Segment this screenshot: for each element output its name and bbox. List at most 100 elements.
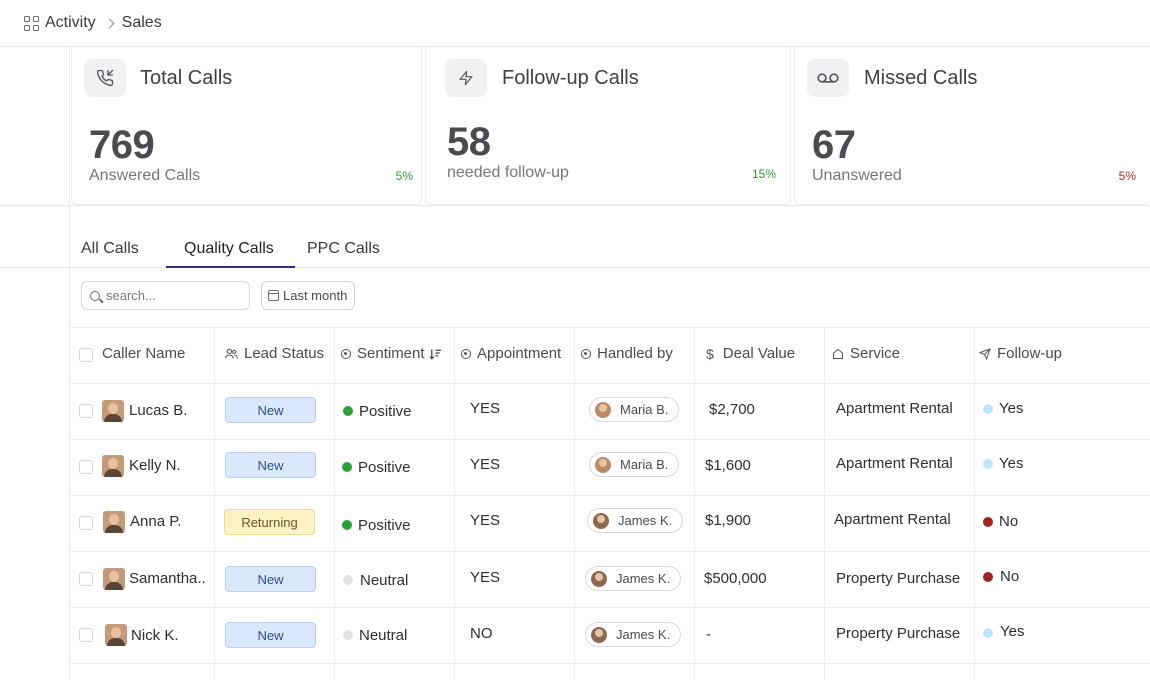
column-header-service[interactable]: Service [832, 345, 900, 362]
date-filter-button[interactable]: Last month [261, 281, 355, 310]
deal-value: $1,900 [705, 512, 751, 529]
status-badge: Returning [224, 509, 315, 535]
active-tab-indicator [166, 266, 295, 268]
appointment-value: YES [470, 400, 501, 417]
service-value: Apartment Rental [836, 400, 953, 417]
chevron-right-icon [104, 18, 115, 28]
home-icon [832, 348, 844, 360]
column-header-label: Follow-up [997, 345, 1063, 362]
status-badge: New [225, 452, 316, 478]
tab-quality-calls[interactable]: Quality Calls [184, 240, 274, 258]
radio-icon [581, 348, 591, 359]
card-subtitle: needed follow-up [447, 164, 569, 181]
follow-up-value: Yes [999, 455, 1024, 472]
breadcrumb-current: Sales [121, 14, 162, 31]
row-checkbox[interactable] [79, 628, 93, 642]
appointment-value: NO [470, 625, 493, 642]
caller-name[interactable]: Samantha.. [129, 570, 206, 587]
column-divider [214, 328, 215, 680]
column-header-sentiment[interactable]: Sentiment [341, 345, 448, 362]
tab-ppc-calls[interactable]: PPC Calls [307, 240, 380, 258]
column-header-handled-by[interactable]: Handled by [581, 345, 673, 362]
voicemail-icon [807, 59, 849, 97]
sentiment-label: Positive [358, 459, 411, 476]
row-checkbox[interactable] [79, 516, 93, 530]
column-divider [824, 328, 825, 680]
follow-up-dot [983, 459, 993, 469]
handler-pill[interactable]: Maria B. [589, 397, 680, 422]
caller-name[interactable]: Nick K. [131, 627, 179, 644]
avatar [595, 456, 611, 473]
card-percent: 5% [1118, 169, 1136, 183]
cards-divider [0, 205, 1150, 206]
grid-icon [24, 15, 39, 31]
follow-up-dot [983, 572, 993, 582]
card-value: 67 [812, 123, 856, 167]
card-percent: 15% [751, 167, 776, 181]
handler-pill[interactable]: James K. [585, 622, 682, 647]
table-header-border [69, 383, 1150, 384]
service-value: Property Purchase [836, 570, 961, 587]
caller-name[interactable]: Kelly N. [129, 457, 181, 474]
row-divider [69, 551, 1150, 552]
caller-name[interactable]: Lucas B. [129, 402, 187, 419]
column-divider [694, 328, 695, 680]
select-all-checkbox[interactable] [79, 348, 93, 362]
appointment-value: YES [470, 569, 501, 586]
calendar-icon [268, 290, 279, 301]
service-value: Apartment Rental [836, 455, 953, 472]
follow-up-dot [983, 517, 993, 527]
follow-up-dot [983, 404, 993, 414]
breadcrumb-root[interactable]: Activity [45, 14, 96, 32]
service-value: Property Purchase [836, 625, 961, 642]
row-checkbox[interactable] [79, 460, 93, 474]
sort-icon[interactable] [428, 348, 442, 360]
sentiment-label: Positive [359, 403, 412, 420]
lightning-icon [445, 59, 487, 97]
card-subtitle: Unanswered [812, 167, 902, 184]
status-badge: New [225, 622, 316, 648]
dollar-icon: $ [706, 345, 714, 362]
phone-incoming-icon [84, 59, 126, 97]
row-checkbox[interactable] [79, 404, 93, 418]
deal-value: $500,000 [704, 570, 767, 587]
column-header-label: Service [850, 345, 901, 362]
sentiment-dot [343, 575, 353, 585]
follow-up-value: Yes [999, 400, 1024, 417]
breadcrumb: Activity Sales [0, 0, 1150, 47]
status-badge: New [225, 397, 316, 423]
caller-name[interactable]: Anna P. [130, 513, 181, 530]
deal-value: $2,700 [709, 401, 755, 418]
row-divider [69, 439, 1150, 440]
column-header-caller-name[interactable]: Caller Name [102, 345, 185, 362]
radio-icon [461, 348, 471, 359]
handler-pill[interactable]: James K. [585, 566, 682, 591]
column-header-label: Caller Name [102, 345, 186, 362]
radio-icon [341, 348, 351, 359]
card-value: 769 [89, 123, 155, 167]
column-header-lead-status[interactable]: Lead Status [225, 345, 324, 362]
row-divider [69, 607, 1150, 608]
sentiment-dot [342, 520, 352, 530]
handler-name: Maria B. [620, 402, 669, 417]
appointment-value: YES [470, 456, 501, 473]
deal-value: $1,600 [705, 457, 751, 474]
service-value: Apartment Rental [834, 511, 951, 528]
column-header-label: Deal Value [722, 345, 796, 362]
column-divider [334, 328, 335, 680]
handler-name: James K. [616, 627, 671, 642]
avatar [595, 401, 611, 418]
send-icon [979, 347, 991, 360]
column-header-follow-up[interactable]: Follow-up [979, 345, 1062, 362]
table-top-border [69, 327, 1150, 328]
handler-pill[interactable]: James K. [587, 508, 684, 533]
avatar [591, 626, 607, 643]
row-divider [69, 663, 1150, 664]
tab-all-calls[interactable]: All Calls [81, 240, 139, 258]
column-header-label: Appointment [477, 345, 562, 362]
column-header-appointment[interactable]: Appointment [461, 345, 561, 362]
handler-pill[interactable]: Maria B. [589, 452, 680, 477]
row-checkbox[interactable] [79, 572, 93, 586]
column-header-deal-value[interactable]: $ Deal Value [706, 345, 795, 362]
search-input[interactable]: search... [81, 281, 250, 310]
